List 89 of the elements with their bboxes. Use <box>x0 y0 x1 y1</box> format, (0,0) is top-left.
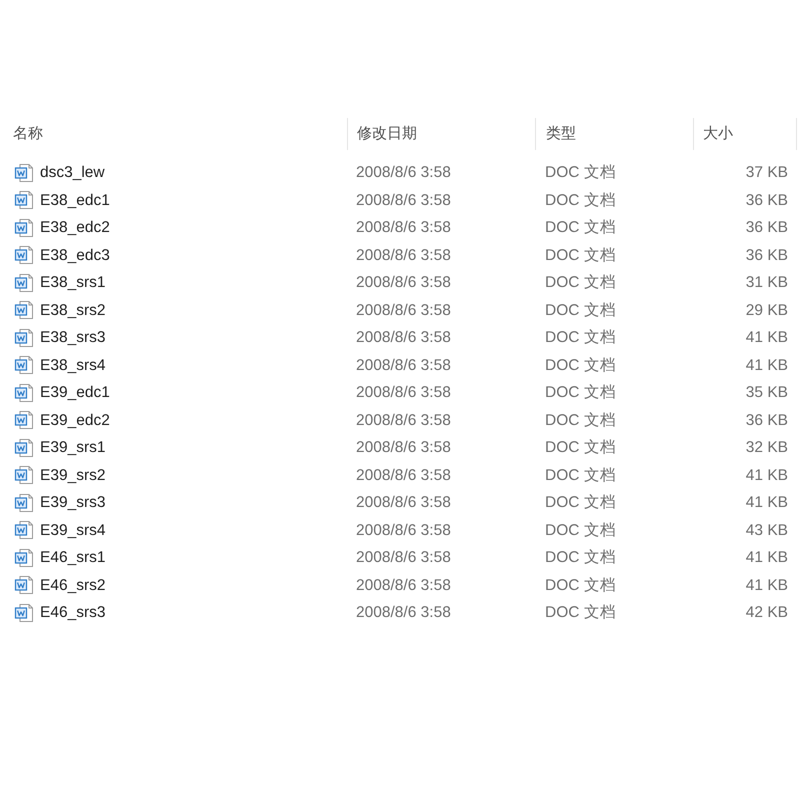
file-name[interactable]: E39_edc1 <box>40 381 110 404</box>
file-name[interactable]: E39_edc2 <box>40 408 110 432</box>
modified-date: 2008/8/6 3:58 <box>356 164 451 182</box>
column-header[interactable]: 名称 <box>0 122 43 146</box>
document-icon <box>14 575 34 596</box>
document-icon <box>14 382 34 403</box>
file-size: 35 KB <box>746 383 788 404</box>
file-size: 36 KB <box>746 218 788 238</box>
document-icon <box>14 162 34 183</box>
file-size: 41 KB <box>746 466 788 486</box>
file-name[interactable]: E38_edc2 <box>40 216 110 240</box>
document-icon <box>14 492 34 513</box>
document-icon <box>14 602 34 623</box>
column-header[interactable]: 类型 <box>536 122 576 146</box>
modified-date: 2008/8/6 3:58 <box>356 604 451 622</box>
file-type: DOC 文档 <box>545 466 616 484</box>
file-name[interactable]: dsc3_lew <box>40 161 105 184</box>
file-name[interactable]: E39_srs1 <box>40 436 106 460</box>
file-size: 41 KB <box>746 576 788 596</box>
document-icon <box>14 355 34 376</box>
file-type: DOC 文档 <box>545 219 616 236</box>
file-name[interactable]: E46_srs2 <box>40 574 106 597</box>
file-type: DOC 文档 <box>545 604 616 622</box>
file-type: DOC 文档 <box>545 356 616 374</box>
document-icon <box>14 328 34 348</box>
file-name[interactable]: E46_srs3 <box>40 601 106 624</box>
modified-date: 2008/8/6 3:58 <box>356 219 451 236</box>
modified-date: 2008/8/6 3:58 <box>356 439 451 456</box>
file-name[interactable]: E46_srs1 <box>40 546 106 570</box>
modified-date: 2008/8/6 3:58 <box>356 412 451 429</box>
document-icon <box>14 272 34 293</box>
file-type: DOC 文档 <box>545 576 616 594</box>
file-type: DOC 文档 <box>545 329 616 346</box>
file-size: 31 KB <box>746 273 788 294</box>
modified-date: 2008/8/6 3:58 <box>356 192 451 209</box>
file-type: DOC 文档 <box>545 274 616 292</box>
file-size: 43 KB <box>746 520 788 541</box>
document-icon <box>14 548 34 568</box>
file-size: 41 KB <box>746 548 788 568</box>
file-size: 41 KB <box>746 493 788 514</box>
file-name[interactable]: E39_srs2 <box>40 464 106 487</box>
document-icon <box>14 465 34 486</box>
file-name[interactable]: E39_srs3 <box>40 491 106 514</box>
file-name[interactable]: E38_srs3 <box>40 326 106 350</box>
file-size: 37 KB <box>746 163 788 184</box>
file-type: DOC 文档 <box>545 549 616 566</box>
file-size: 36 KB <box>746 246 788 266</box>
document-icon <box>14 190 34 210</box>
modified-date: 2008/8/6 3:58 <box>356 274 451 292</box>
file-type: DOC 文档 <box>545 384 616 402</box>
modified-date: 2008/8/6 3:58 <box>356 549 451 566</box>
document-icon <box>14 245 34 266</box>
modified-date: 2008/8/6 3:58 <box>356 356 451 374</box>
file-size: 41 KB <box>746 356 788 376</box>
file-type: DOC 文档 <box>545 412 616 429</box>
column-header[interactable]: 修改日期 <box>348 122 417 146</box>
modified-date: 2008/8/6 3:58 <box>356 302 451 319</box>
file-type: DOC 文档 <box>545 192 616 209</box>
file-size: 42 KB <box>746 603 788 624</box>
file-type: DOC 文档 <box>545 522 616 539</box>
document-icon <box>14 520 34 540</box>
file-type: DOC 文档 <box>545 246 616 264</box>
modified-date: 2008/8/6 3:58 <box>356 246 451 264</box>
file-size: 36 KB <box>746 190 788 211</box>
document-icon <box>14 410 34 430</box>
document-icon <box>14 300 34 320</box>
modified-date: 2008/8/6 3:58 <box>356 522 451 539</box>
modified-date: 2008/8/6 3:58 <box>356 466 451 484</box>
file-name[interactable]: E38_srs1 <box>40 271 106 294</box>
file-name[interactable]: E38_edc3 <box>40 244 110 267</box>
document-icon <box>14 438 34 458</box>
modified-date: 2008/8/6 3:58 <box>356 494 451 512</box>
file-size: 29 KB <box>746 300 788 321</box>
file-type: DOC 文档 <box>545 494 616 512</box>
file-size: 36 KB <box>746 410 788 431</box>
file-type: DOC 文档 <box>545 164 616 182</box>
file-size: 41 KB <box>746 328 788 348</box>
document-icon <box>14 218 34 238</box>
modified-date: 2008/8/6 3:58 <box>356 329 451 346</box>
column-header[interactable]: 大小 <box>694 122 733 146</box>
file-type: DOC 文档 <box>545 302 616 319</box>
file-size: 32 KB <box>746 438 788 458</box>
file-name[interactable]: E38_edc1 <box>40 188 110 212</box>
modified-date: 2008/8/6 3:58 <box>356 384 451 402</box>
file-name[interactable]: E39_srs4 <box>40 518 106 542</box>
file-name[interactable]: E38_srs4 <box>40 354 106 377</box>
file-name[interactable]: E38_srs2 <box>40 298 106 322</box>
file-type: DOC 文档 <box>545 439 616 456</box>
modified-date: 2008/8/6 3:58 <box>356 576 451 594</box>
